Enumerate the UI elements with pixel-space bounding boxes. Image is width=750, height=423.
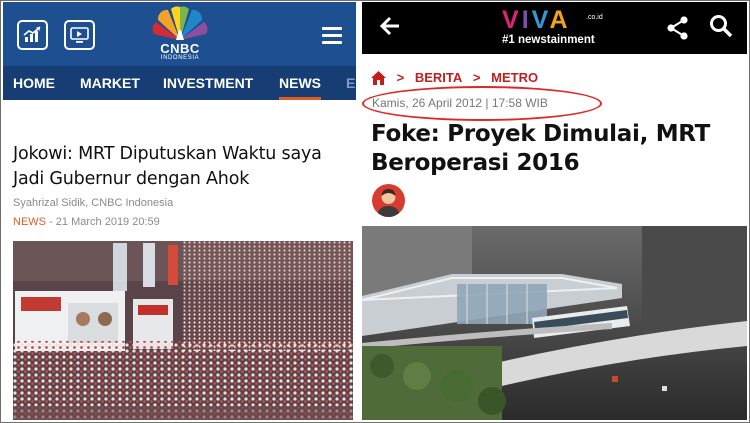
back-arrow-icon[interactable] [379,15,401,37]
meta-separator: - [49,216,53,228]
nav-item-home[interactable]: HOME [13,75,55,91]
viva-article-photo [362,226,747,420]
cnbc-logo-text: CNBC [160,41,200,56]
viva-logo-text: VIVA [502,6,571,34]
viva-logo-domain: .co.id [586,14,603,21]
cnbc-article-photo [13,241,353,420]
cnbc-article-panel: CNBC INDONESIA HOME MARKET INVESTMENT NE… [3,2,356,420]
cnbc-header: CNBC INDONESIA [3,2,356,66]
share-icon[interactable] [667,16,689,40]
search-icon[interactable] [709,14,733,38]
hamburger-icon[interactable] [322,27,342,44]
chart-icon[interactable] [17,20,48,50]
cnbc-logo-subtext: INDONESIA [160,55,200,61]
viva-logo[interactable]: VIVA .co.id #1 newstainment [502,6,612,50]
cnbc-author: Syahrizal Sidik, CNBC Indonesia [13,197,174,209]
user-avatar-icon[interactable] [372,184,405,217]
cnbc-category[interactable]: NEWS [13,216,46,228]
breadcrumb-item-berita[interactable]: BERITA [415,68,462,88]
cnbc-nav-bar: HOME MARKET INVESTMENT NEWS E [3,66,356,100]
viva-article-panel: VIVA .co.id #1 newstainment > BERITA > M… [362,2,747,420]
breadcrumb-item-metro[interactable]: METRO [491,68,538,88]
breadcrumb: > BERITA > METRO [371,68,538,88]
nav-item-truncated[interactable]: E [346,75,355,91]
peacock-icon [152,6,208,40]
cnbc-meta: NEWS - 21 March 2019 20:59 [13,216,160,228]
breadcrumb-separator: > [472,70,481,85]
tv-icon[interactable] [64,20,95,50]
home-icon[interactable] [371,68,386,88]
viva-date: Kamis, 26 April 2012 | 17:58 WIB [372,96,548,110]
cnbc-date: 21 March 2019 20:59 [55,216,160,228]
viva-header: VIVA .co.id #1 newstainment [362,2,747,54]
cnbc-headline[interactable]: Jokowi: MRT Diputuskan Waktu saya Jadi G… [13,142,353,192]
nav-item-market[interactable]: MARKET [80,75,140,91]
nav-item-news[interactable]: NEWS [279,75,321,100]
cnbc-logo[interactable]: CNBC INDONESIA [145,6,215,64]
breadcrumb-separator: > [396,70,405,85]
viva-headline[interactable]: Foke: Proyek Dimulai, MRT Beroperasi 201… [371,120,741,178]
viva-tagline: #1 newstainment [502,34,595,46]
nav-item-investment[interactable]: INVESTMENT [163,75,253,91]
